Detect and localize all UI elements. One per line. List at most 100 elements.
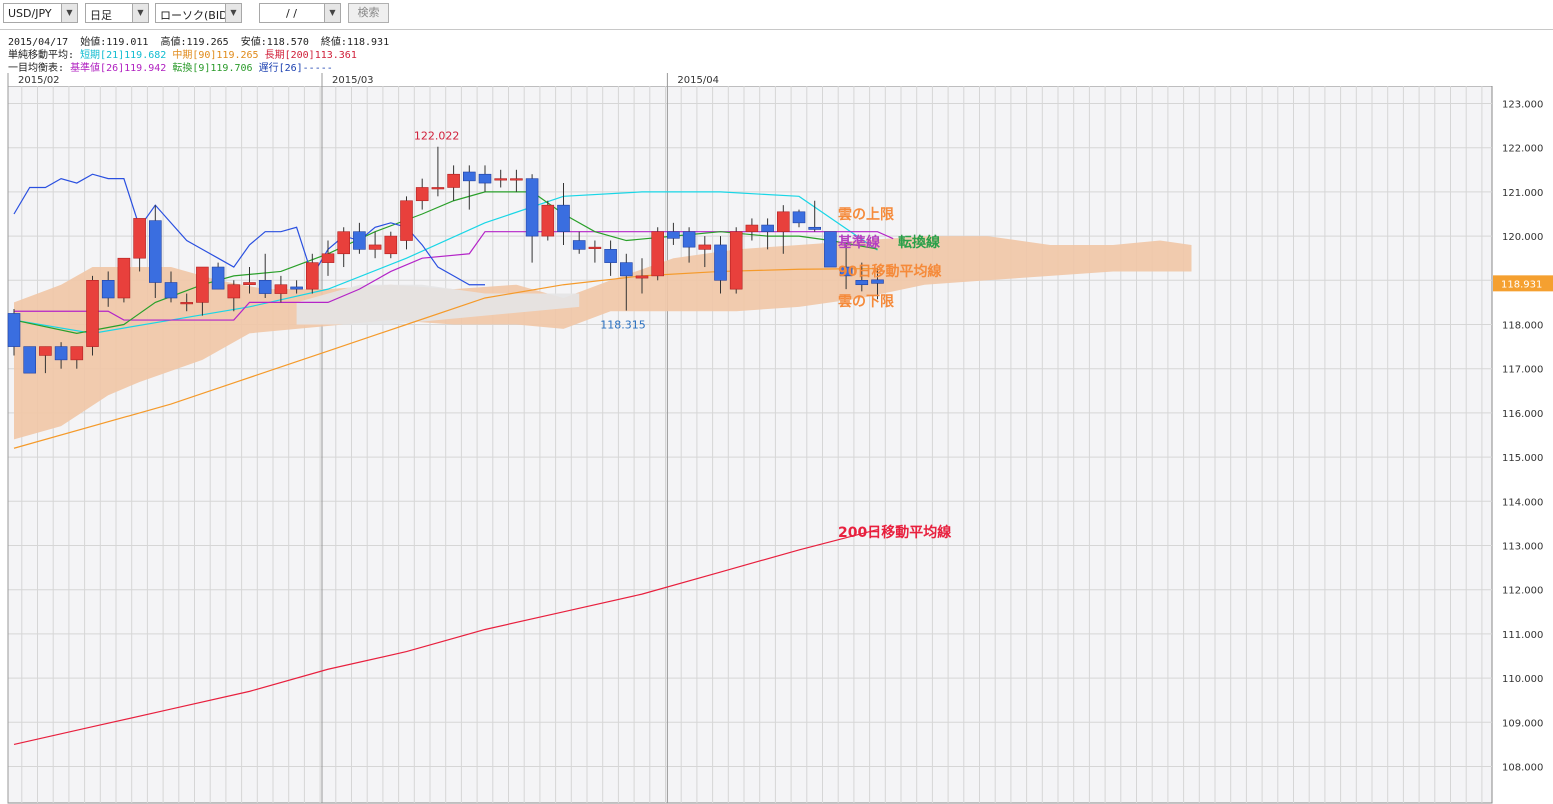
chevron-down-icon[interactable]: ▼	[324, 4, 340, 22]
chart-type-value: ローソク(BID)	[160, 9, 232, 22]
candle-body	[258, 280, 272, 294]
high-annotation: 122.022	[414, 130, 460, 143]
candle-body	[761, 224, 774, 232]
candle-body	[274, 284, 288, 294]
candle-body	[510, 178, 523, 181]
candle-body	[478, 173, 492, 184]
period-select[interactable]: 日足 ▼	[85, 3, 149, 23]
y-tick-label: 111.000	[1502, 630, 1543, 641]
y-tick-label: 110.000	[1502, 674, 1543, 685]
y-tick-label: 123.000	[1502, 100, 1543, 111]
candle-body	[54, 346, 68, 361]
candle-body	[729, 231, 743, 290]
candle-body	[384, 235, 398, 255]
candle-body	[619, 262, 633, 277]
candle-body	[368, 244, 382, 250]
x-tick-label: 2015/03	[332, 75, 374, 86]
date-select[interactable]: / / ▼	[259, 3, 341, 23]
candle-body	[227, 284, 241, 299]
candle-body	[133, 218, 146, 259]
candle-body	[824, 231, 837, 268]
y-tick-label: 120.000	[1502, 232, 1543, 243]
date-value: / /	[286, 7, 297, 20]
last-price-label: 118.931	[1501, 279, 1542, 290]
y-tick-label: 117.000	[1502, 365, 1543, 376]
candle-body	[290, 286, 303, 290]
y-tick-label: 118.000	[1502, 321, 1543, 332]
candle-body	[243, 282, 256, 286]
y-tick-label: 112.000	[1502, 586, 1543, 597]
chart-annotation: 転換線	[898, 234, 940, 251]
chart-annotation: 200日移動平均線	[838, 524, 951, 541]
candle-body	[604, 249, 617, 263]
candle-body	[447, 173, 460, 188]
candle-body	[871, 279, 884, 284]
chevron-down-icon[interactable]: ▼	[61, 4, 77, 22]
candle-body	[667, 231, 680, 239]
y-tick-label: 121.000	[1502, 188, 1543, 199]
ichimoku-line: 一目均衡表: 基準値[26]119.942 転換[9]119.706 遅行[26…	[8, 59, 333, 74]
candle-body	[353, 231, 366, 250]
candle-body	[7, 313, 21, 347]
candle-body	[211, 266, 225, 290]
candle-body	[337, 231, 351, 255]
candle-body	[714, 244, 727, 281]
candle-body	[415, 187, 429, 202]
candle-body	[651, 231, 665, 277]
candle-body	[588, 246, 602, 249]
candle-body	[86, 280, 99, 347]
low-annotation: 118.315	[600, 319, 646, 332]
chevron-down-icon[interactable]: ▼	[132, 4, 148, 22]
candle-body	[462, 171, 476, 182]
candle-body	[180, 302, 193, 305]
candle-body	[101, 280, 115, 299]
chart-annotation: 雲の下限	[838, 293, 894, 310]
x-tick-label: 2015/04	[677, 75, 719, 86]
toolbar-divider	[0, 29, 1553, 30]
candle-body	[164, 282, 178, 299]
candle-body	[70, 346, 84, 361]
candle-body	[698, 244, 712, 250]
chart-type-select[interactable]: ローソク(BID) ▼	[155, 3, 242, 23]
chevron-down-icon[interactable]: ▼	[225, 4, 241, 22]
search-button[interactable]: 検索	[348, 3, 389, 23]
date-strip	[0, 73, 1553, 86]
chart-annotation: 90日移動平均線	[838, 263, 941, 280]
y-tick-label: 115.000	[1502, 453, 1543, 464]
candle-body	[400, 200, 413, 241]
candle-body	[745, 224, 759, 232]
candle-body	[431, 187, 445, 190]
candle-body	[117, 257, 131, 299]
candle-body	[196, 266, 209, 303]
candle-body	[494, 178, 508, 181]
pair-select[interactable]: USD/JPY ▼	[3, 3, 78, 23]
candle-body	[305, 262, 319, 290]
y-tick-label: 108.000	[1502, 763, 1543, 774]
price-chart[interactable]: 123.000122.000121.000120.000119.000118.0…	[0, 73, 1553, 804]
candle-body	[682, 231, 696, 248]
y-tick-label: 122.000	[1502, 144, 1543, 155]
y-tick-label: 114.000	[1502, 497, 1543, 508]
toolbar: USD/JPY ▼ 日足 ▼ ローソク(BID) ▼ / / ▼ 検索	[0, 0, 1553, 28]
pair-value: USD/JPY	[8, 7, 52, 20]
candle-body	[776, 211, 790, 232]
x-tick-label: 2015/02	[18, 75, 60, 86]
candle-body	[855, 280, 869, 286]
period-value: 日足	[90, 9, 112, 22]
candle-body	[808, 226, 822, 230]
y-tick-label: 109.000	[1502, 718, 1543, 729]
candle-body	[635, 275, 649, 279]
chart-annotation: 基準線	[838, 234, 880, 251]
candle-body	[149, 220, 162, 283]
candle-body	[525, 178, 539, 237]
chart-annotation: 雲の上限	[838, 206, 894, 223]
y-tick-label: 116.000	[1502, 409, 1543, 420]
candle-body	[572, 240, 586, 250]
candle-body	[23, 346, 37, 374]
candle-body	[541, 204, 555, 237]
candle-body	[792, 211, 806, 224]
y-tick-label: 113.000	[1502, 542, 1543, 553]
candle-body	[321, 253, 335, 263]
candle-body	[557, 204, 570, 232]
candle-body	[39, 346, 52, 356]
